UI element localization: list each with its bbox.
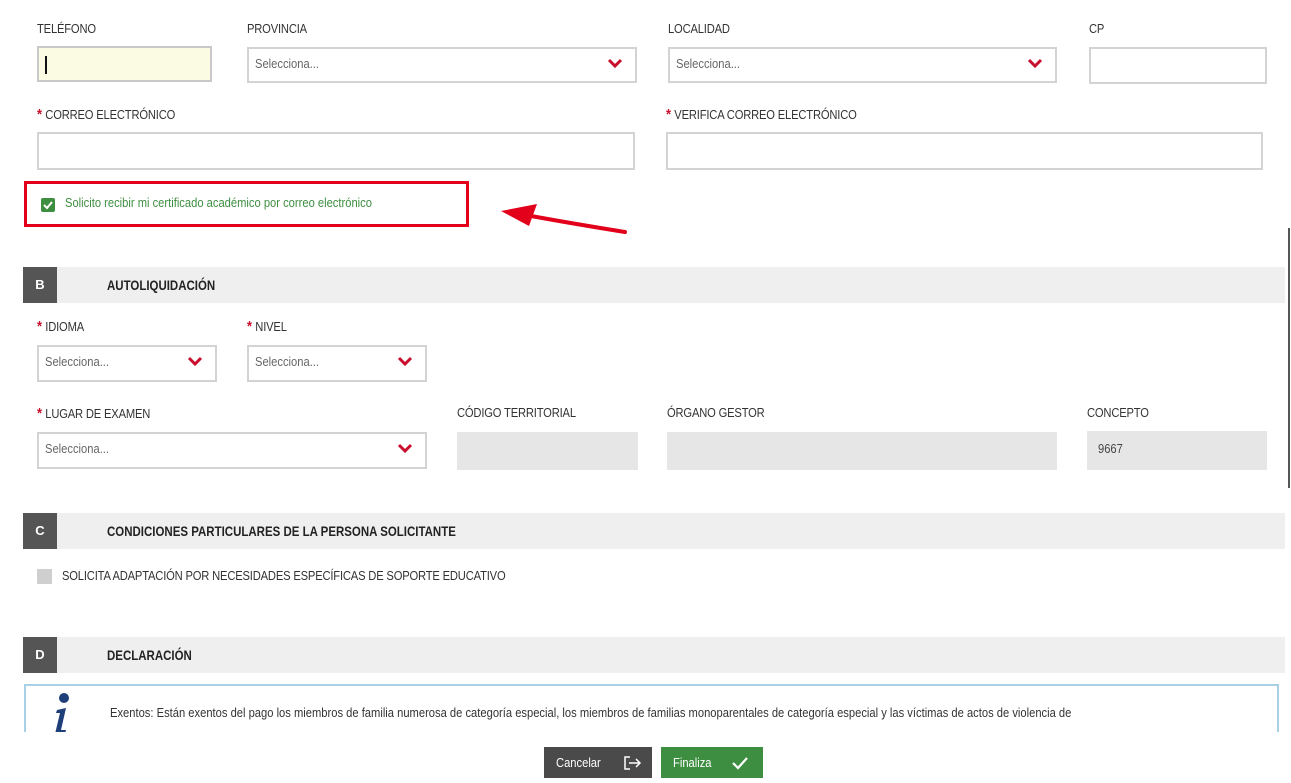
section-b-letter: B bbox=[23, 267, 57, 303]
required-asterisk: * bbox=[37, 318, 42, 335]
lugar-examen-label: * LUGAR DE EXAMEN bbox=[37, 405, 151, 422]
concepto-label: CONCEPTO bbox=[1087, 405, 1149, 420]
idioma-placeholder: Selecciona... bbox=[45, 354, 110, 369]
localidad-label: LOCALIDAD bbox=[668, 21, 730, 36]
idioma-select[interactable]: Selecciona... bbox=[37, 345, 217, 382]
provincia-label: PROVINCIA bbox=[247, 21, 307, 36]
section-c-letter: C bbox=[23, 513, 57, 549]
required-asterisk: * bbox=[666, 106, 671, 123]
chevron-down-icon bbox=[187, 356, 203, 367]
check-icon bbox=[732, 757, 748, 770]
localidad-placeholder: Selecciona... bbox=[676, 56, 741, 71]
check-icon bbox=[43, 201, 53, 210]
text-caret bbox=[45, 56, 47, 74]
codigo-territorial-label: CÓDIGO TERRITORIAL bbox=[457, 405, 576, 420]
cp-label: CP bbox=[1089, 21, 1105, 36]
annotation-arrow-icon bbox=[501, 204, 627, 234]
concepto-field: 9667 bbox=[1087, 431, 1267, 470]
required-asterisk: * bbox=[247, 318, 252, 335]
provincia-placeholder: Selecciona... bbox=[255, 56, 320, 71]
certificate-checkbox[interactable] bbox=[41, 198, 55, 212]
nivel-label: * NIVEL bbox=[247, 318, 287, 335]
nivel-placeholder: Selecciona... bbox=[255, 354, 320, 369]
correo-label: * CORREO ELECTRÓNICO bbox=[37, 106, 176, 123]
scrollbar[interactable] bbox=[1288, 228, 1290, 488]
adaptacion-label[interactable]: SOLICITA ADAPTACIÓN POR NECESIDADES ESPE… bbox=[62, 568, 506, 583]
verifica-correo-input[interactable] bbox=[666, 132, 1263, 170]
telefono-label: TELÉFONO bbox=[37, 21, 96, 36]
section-d-header: D DECLARACIÓN bbox=[23, 637, 1285, 673]
certificate-checkbox-label[interactable]: Solicito recibir mi certificado académic… bbox=[65, 195, 372, 210]
telefono-input[interactable] bbox=[37, 46, 212, 82]
highlight-box: Solicito recibir mi certificado académic… bbox=[24, 181, 469, 227]
chevron-down-icon bbox=[397, 443, 413, 454]
cancel-button[interactable]: Cancelar bbox=[544, 747, 652, 778]
finish-button-label: Finaliza bbox=[673, 755, 712, 770]
adaptacion-checkbox[interactable] bbox=[37, 569, 52, 584]
info-icon bbox=[55, 693, 69, 734]
required-asterisk: * bbox=[37, 106, 42, 123]
codigo-territorial-field bbox=[457, 432, 638, 470]
cp-input[interactable] bbox=[1089, 47, 1267, 84]
organo-gestor-field bbox=[667, 432, 1057, 470]
section-b-header: B AUTOLIQUIDACIÓN bbox=[23, 267, 1285, 303]
chevron-down-icon bbox=[607, 58, 623, 69]
section-c-header: C CONDICIONES PARTICULARES DE LA PERSONA… bbox=[23, 513, 1285, 549]
lugar-examen-placeholder: Selecciona... bbox=[45, 441, 110, 456]
section-b-title: AUTOLIQUIDACIÓN bbox=[107, 277, 216, 293]
verifica-correo-label: * VERIFICA CORREO ELECTRÓNICO bbox=[666, 106, 857, 123]
cancel-button-label: Cancelar bbox=[556, 755, 601, 770]
section-d-letter: D bbox=[23, 637, 57, 673]
exit-icon bbox=[624, 756, 642, 770]
lugar-examen-select[interactable]: Selecciona... bbox=[37, 432, 427, 469]
required-asterisk: * bbox=[37, 405, 42, 422]
idioma-label: * IDIOMA bbox=[37, 318, 85, 335]
info-text: Exentos: Están exentos del pago los miem… bbox=[110, 705, 1072, 720]
organo-gestor-label: ÓRGANO GESTOR bbox=[667, 405, 765, 420]
footer-bar: Cancelar Finaliza bbox=[0, 732, 1291, 783]
finish-button[interactable]: Finaliza bbox=[661, 747, 763, 778]
nivel-select[interactable]: Selecciona... bbox=[247, 345, 427, 382]
concepto-value: 9667 bbox=[1098, 441, 1123, 456]
provincia-select[interactable]: Selecciona... bbox=[247, 47, 637, 83]
chevron-down-icon bbox=[397, 356, 413, 367]
section-d-title: DECLARACIÓN bbox=[107, 647, 192, 663]
localidad-select[interactable]: Selecciona... bbox=[668, 47, 1057, 83]
section-c-title: CONDICIONES PARTICULARES DE LA PERSONA S… bbox=[107, 523, 456, 539]
chevron-down-icon bbox=[1027, 58, 1043, 69]
correo-input[interactable] bbox=[37, 132, 635, 170]
